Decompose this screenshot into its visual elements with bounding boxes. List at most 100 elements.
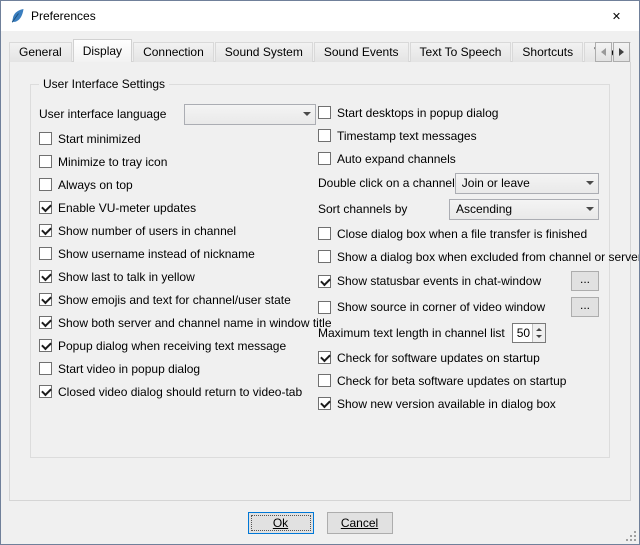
checkbox-label: Enable VU-meter updates — [58, 201, 196, 215]
tab-text-to-speech[interactable]: Text To Speech — [410, 42, 512, 62]
checkbox — [39, 201, 52, 214]
checkbox-label: Closed video dialog should return to vid… — [58, 385, 302, 399]
tab-display[interactable]: Display — [73, 39, 132, 62]
checkbox — [318, 397, 331, 410]
dialog-footer: Ok Cancel — [1, 512, 639, 534]
tab-scroll-left-button[interactable] — [595, 42, 612, 62]
check-timestamp-messages[interactable]: Timestamp text messages — [318, 124, 601, 147]
checkbox-label: Show both server and channel name in win… — [58, 316, 332, 330]
titlebar[interactable]: Preferences ✕ — [1, 1, 639, 31]
tab-bar: General Display Connection Sound System … — [9, 39, 631, 62]
arrow-right-icon — [619, 48, 624, 56]
checkbox — [39, 224, 52, 237]
sort-channels-combo[interactable]: Ascending — [449, 199, 599, 220]
language-row: User interface language — [39, 101, 318, 127]
checkbox — [318, 250, 331, 263]
language-combo[interactable] — [184, 104, 316, 125]
check-server-channel-in-title[interactable]: Show both server and channel name in win… — [39, 311, 318, 334]
double-click-row: Double click on a channel Join or leave — [318, 170, 601, 196]
close-button[interactable]: ✕ — [594, 1, 639, 31]
check-close-on-filetransfer-finished[interactable]: Close dialog box when a file transfer is… — [318, 222, 601, 245]
tab-sound-system[interactable]: Sound System — [215, 42, 313, 62]
check-always-on-top[interactable]: Always on top — [39, 173, 318, 196]
language-label: User interface language — [39, 107, 166, 121]
cancel-button[interactable]: Cancel — [327, 512, 393, 534]
tab-scroll-buttons — [594, 42, 630, 62]
group-title: User Interface Settings — [39, 77, 169, 91]
left-column: User interface language Start minimized … — [39, 101, 318, 415]
check-excluded-dialog[interactable]: Show a dialog box when excluded from cha… — [318, 245, 601, 268]
checkbox-label: Auto expand channels — [337, 152, 456, 166]
check-closed-video-return-tab[interactable]: Closed video dialog should return to vid… — [39, 380, 318, 403]
checkbox — [318, 106, 331, 119]
preferences-window: Preferences ✕ General Display Connection… — [0, 0, 640, 545]
check-popup-text-message[interactable]: Popup dialog when receiving text message — [39, 334, 318, 357]
checkbox-label: Start video in popup dialog — [58, 362, 200, 376]
check-video-source-corner[interactable]: Show source in corner of video window — [318, 300, 545, 314]
resize-grip[interactable] — [624, 529, 637, 542]
check-desktops-popup-dialog[interactable]: Start desktops in popup dialog — [318, 101, 601, 124]
checkbox — [318, 351, 331, 364]
check-video-popup-dialog[interactable]: Start video in popup dialog — [39, 357, 318, 380]
spinner-arrows[interactable] — [532, 324, 545, 342]
checkbox — [318, 301, 331, 314]
check-software-updates[interactable]: Check for software updates on startup — [318, 346, 601, 369]
checkbox-label: Minimize to tray icon — [58, 155, 167, 169]
checkbox-label: Close dialog box when a file transfer is… — [337, 227, 587, 241]
max-text-length-row: Maximum text length in channel list 50 — [318, 320, 601, 346]
checkbox — [39, 362, 52, 375]
tab-general[interactable]: General — [9, 42, 72, 62]
check-beta-software-updates[interactable]: Check for beta software updates on start… — [318, 369, 601, 392]
checkbox — [39, 270, 52, 283]
checkbox-label: Popup dialog when receiving text message — [58, 339, 286, 353]
double-click-combo[interactable]: Join or leave — [455, 173, 599, 194]
chevron-down-icon — [298, 105, 315, 124]
statusbar-events-row: Show statusbar events in chat-window ... — [318, 268, 601, 294]
sort-channels-label: Sort channels by — [318, 202, 407, 216]
statusbar-more-button[interactable]: ... — [571, 271, 599, 291]
tab-connection[interactable]: Connection — [133, 42, 214, 62]
check-new-version-dialog[interactable]: Show new version available in dialog box — [318, 392, 601, 415]
check-statusbar-events[interactable]: Show statusbar events in chat-window — [318, 274, 541, 288]
checkbox — [39, 178, 52, 191]
check-minimize-to-tray[interactable]: Minimize to tray icon — [39, 150, 318, 173]
check-start-minimized[interactable]: Start minimized — [39, 127, 318, 150]
video-source-more-button[interactable]: ... — [571, 297, 599, 317]
tab-sound-events[interactable]: Sound Events — [314, 42, 409, 62]
check-auto-expand-channels[interactable]: Auto expand channels — [318, 147, 601, 170]
checkbox-label: Start minimized — [58, 132, 141, 146]
check-username-instead-nickname[interactable]: Show username instead of nickname — [39, 242, 318, 265]
checkbox-label: Show source in corner of video window — [337, 300, 545, 314]
checkbox-label: Check for software updates on startup — [337, 351, 540, 365]
checkbox-label: Show emojis and text for channel/user st… — [58, 293, 291, 307]
arrow-up-icon — [536, 328, 542, 331]
check-vu-meter-updates[interactable]: Enable VU-meter updates — [39, 196, 318, 219]
display-tab-page: User Interface Settings User interface l… — [9, 61, 631, 501]
check-last-to-talk-yellow[interactable]: Show last to talk in yellow — [39, 265, 318, 288]
ok-button[interactable]: Ok — [248, 512, 314, 534]
tab-shortcuts[interactable]: Shortcuts — [512, 42, 583, 62]
chevron-down-icon — [581, 174, 598, 193]
tab-scroll-right-button[interactable] — [613, 42, 630, 62]
check-emojis-text-state[interactable]: Show emojis and text for channel/user st… — [39, 288, 318, 311]
double-click-label: Double click on a channel — [318, 176, 455, 190]
checkbox — [318, 129, 331, 142]
checkbox-label: Show last to talk in yellow — [58, 270, 195, 284]
checkbox — [318, 227, 331, 240]
max-text-length-spinner[interactable]: 50 — [512, 323, 546, 343]
arrow-down-icon — [536, 335, 542, 338]
cancel-button-label: Cancel — [341, 516, 378, 530]
check-users-in-channel[interactable]: Show number of users in channel — [39, 219, 318, 242]
checkbox — [39, 155, 52, 168]
checkbox — [39, 316, 52, 329]
checkbox-label: Show a dialog box when excluded from cha… — [337, 250, 640, 264]
sort-channels-row: Sort channels by Ascending — [318, 196, 601, 222]
checkbox-label: Check for beta software updates on start… — [337, 374, 566, 388]
checkbox — [39, 385, 52, 398]
checkbox — [318, 152, 331, 165]
checkbox-label: Show statusbar events in chat-window — [337, 274, 541, 288]
max-text-length-label: Maximum text length in channel list — [318, 326, 505, 340]
checkbox — [39, 293, 52, 306]
video-source-row: Show source in corner of video window ..… — [318, 294, 601, 320]
checkbox — [318, 275, 331, 288]
